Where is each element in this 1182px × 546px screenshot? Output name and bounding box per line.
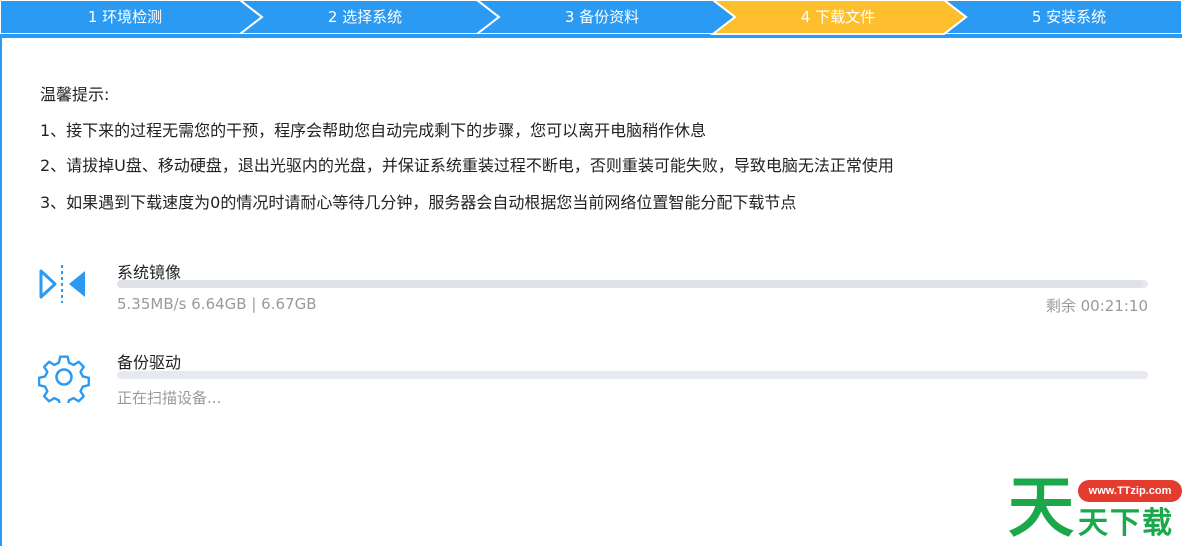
step-1: 1 环境检测 [87, 8, 163, 26]
progress-track [117, 280, 1148, 288]
step-4-active: 4 下载文件 [800, 8, 876, 26]
task-system-image: 系统镜像 5.35MB/s 6.64GB | 6.67GB 剩余 00:21:1… [38, 259, 1148, 319]
site-watermark-logo: 天 www.TTzip.com 天下载 [1008, 470, 1182, 546]
time-remaining: 剩余 00:21:10 [1045, 297, 1148, 315]
tips-title: 温馨提示: [40, 85, 110, 104]
step-5: 5 安装系统 [1031, 8, 1107, 26]
gear-icon [37, 351, 90, 408]
step-progress-bar: 1 环境检测 2 选择系统 3 备份资料 4 下载文件 5 安装系统 [0, 0, 1182, 38]
task-name: 备份驱动 [117, 353, 182, 372]
download-arrows-icon [38, 259, 90, 311]
step-2: 2 选择系统 [327, 8, 403, 26]
progress-fill [117, 280, 1143, 288]
window-left-border [0, 38, 2, 546]
step-bar-underline [0, 34, 1182, 38]
task-status: 正在扫描设备... [117, 389, 222, 407]
step-3: 3 备份资料 [564, 8, 640, 26]
progress-track [117, 371, 1148, 379]
tip-line-3: 3、如果遇到下载速度为0的情况时请耐心等待几分钟，服务器会自动根据您当前网络位置… [40, 193, 797, 212]
tips-panel: 温馨提示: 1、接下来的过程无需您的干预，程序会帮助您自动完成剩下的步骤，您可以… [40, 84, 894, 212]
task-status: 5.35MB/s 6.64GB | 6.67GB [117, 295, 317, 313]
task-backup-driver: 备份驱动 正在扫描设备... [37, 349, 1148, 409]
tip-line-2: 2、请拔掉U盘、移动硬盘，退出光驱内的光盘，并保证系统重装过程不断电，否则重装可… [40, 156, 894, 175]
watermark-glyph: 天 [1008, 469, 1074, 546]
tip-line-1: 1、接下来的过程无需您的干预，程序会帮助您自动完成剩下的步骤，您可以离开电脑稍作… [40, 121, 707, 140]
watermark-name: 天下载 [1078, 506, 1174, 541]
watermark-url: www.TTzip.com [1078, 480, 1182, 502]
